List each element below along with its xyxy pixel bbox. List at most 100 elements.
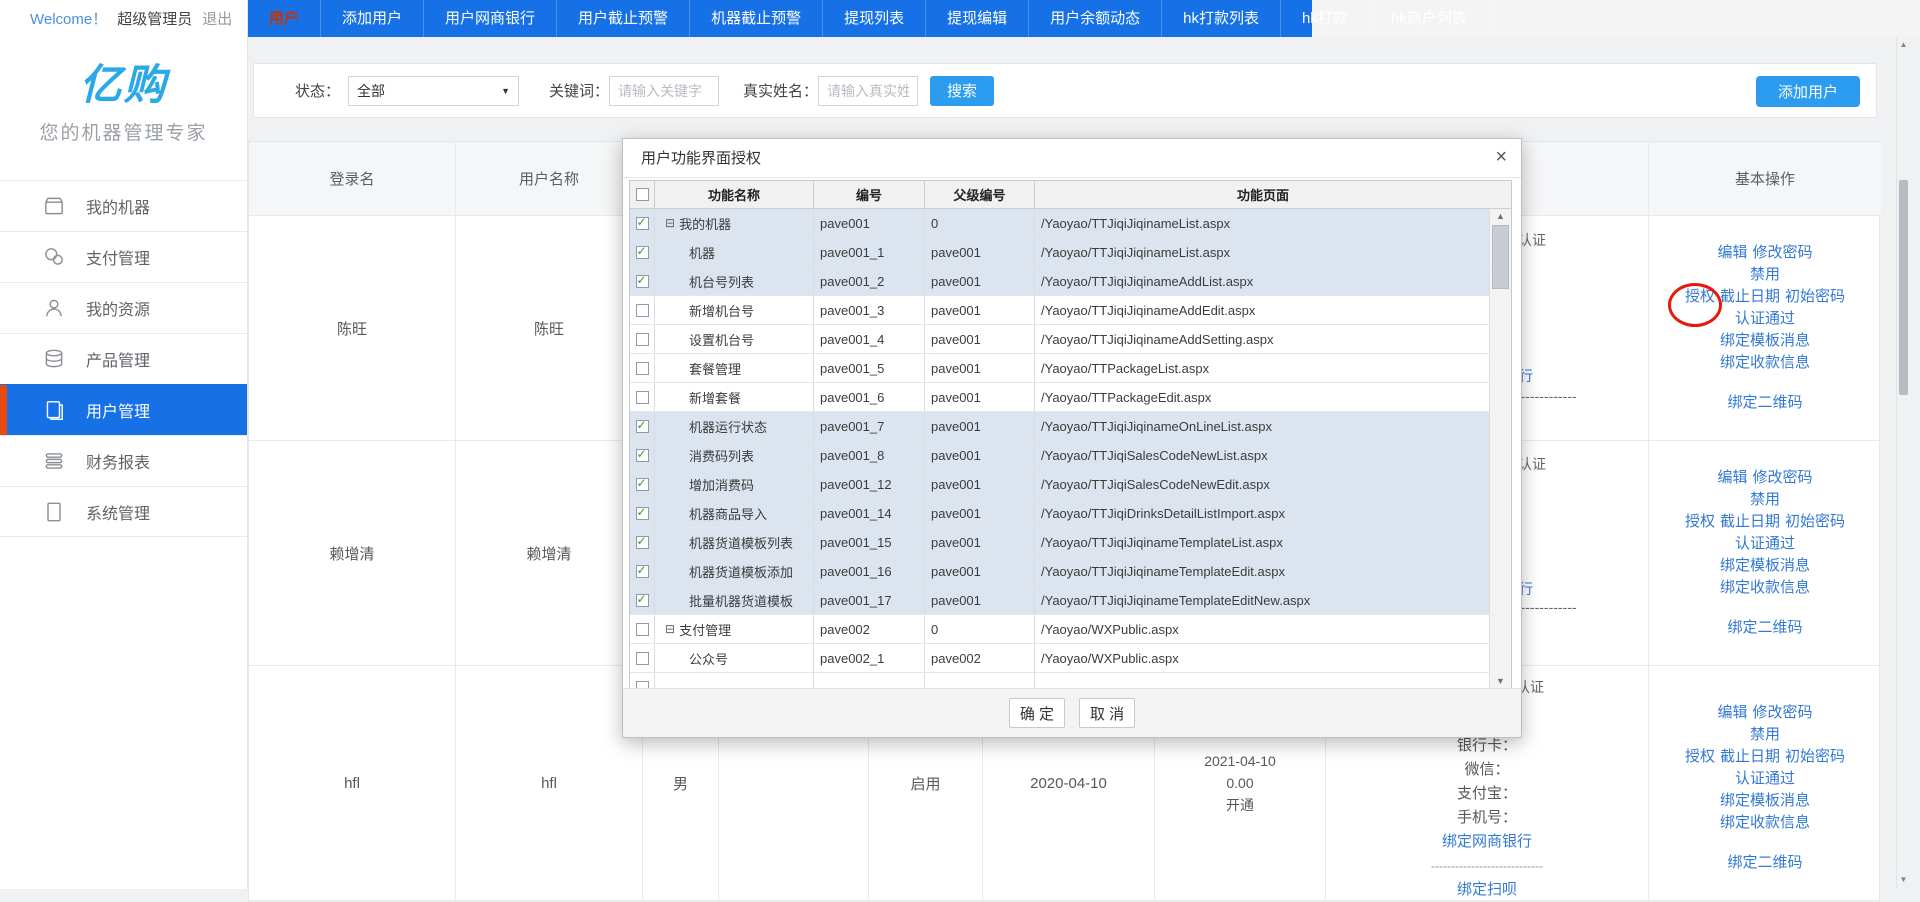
logout-link[interactable]: 退出 (202, 8, 232, 29)
nav-tab[interactable]: 提现编辑 (926, 0, 1029, 37)
confirm-button[interactable]: 确 定 (1009, 698, 1065, 728)
permission-row[interactable]: 公众号 pave002_1 pave002 /Yaoyao/WXPublic.a… (630, 644, 1489, 673)
sidebar-item-my-machines[interactable]: 我的机器 (0, 180, 247, 231)
nav-tab[interactable]: 机器截止预警 (690, 0, 823, 37)
scroll-up-icon[interactable]: ▲ (1897, 40, 1910, 49)
keyword-input[interactable] (609, 76, 719, 106)
permission-row[interactable]: 机台号列表 pave001_2 pave001 /Yaoyao/TTJiqiJi… (630, 267, 1489, 296)
init-password-link[interactable]: 初始密码 (1785, 746, 1845, 768)
change-password-link[interactable]: 修改密码 (1753, 242, 1813, 264)
bind-scan-link[interactable]: 绑定扫呗 (1457, 878, 1517, 902)
search-button[interactable]: 搜索 (930, 76, 994, 106)
permission-row[interactable]: 机器货道模板列表 pave001_15 pave001 /Yaoyao/TTJi… (630, 528, 1489, 557)
authorize-link[interactable]: 授权 (1685, 511, 1715, 533)
sidebar-item-system[interactable]: 系统管理 (0, 486, 247, 537)
collapse-icon[interactable] (665, 622, 675, 636)
permission-row[interactable]: 机器运行状态 pave001_7 pave001 /Yaoyao/TTJiqiJ… (630, 412, 1489, 441)
verify-pass-link[interactable]: 认证通过 (1735, 533, 1795, 555)
permission-row[interactable]: 新增机台号 pave001_3 pave001 /Yaoyao/TTJiqiJi… (630, 296, 1489, 325)
nav-tab[interactable]: 添加用户 (321, 0, 424, 37)
edit-link[interactable]: 编辑 (1717, 702, 1747, 724)
nav-tab[interactable]: 用户 (248, 0, 321, 37)
permission-row[interactable]: 机器 pave001_1 pave001 /Yaoyao/TTJiqiJiqin… (630, 238, 1489, 267)
permission-row[interactable]: 增加消费码 pave001_12 pave001 /Yaoyao/TTJiqiS… (630, 470, 1489, 499)
realname-input[interactable] (818, 76, 918, 106)
sidebar-item-payment[interactable]: 支付管理 (0, 231, 247, 282)
change-password-link[interactable]: 修改密码 (1753, 702, 1813, 724)
verify-pass-link[interactable]: 认证通过 (1735, 768, 1795, 790)
nav-tab[interactable]: 提现列表 (823, 0, 926, 37)
change-password-link[interactable]: 修改密码 (1753, 467, 1813, 489)
nav-tab[interactable]: hk打款列表 (1162, 0, 1281, 37)
page-scrollbar[interactable]: ▲ ▼ (1896, 37, 1910, 889)
permission-row[interactable]: 消费码列表 pave001_8 pave001 /Yaoyao/TTJiqiSa… (630, 441, 1489, 470)
sidebar-item-products[interactable]: 产品管理 (0, 333, 247, 384)
init-password-link[interactable]: 初始密码 (1785, 286, 1845, 308)
bind-payment-link[interactable]: 绑定收款信息 (1720, 352, 1810, 374)
bind-template-link[interactable]: 绑定模板消息 (1720, 330, 1810, 352)
bind-qrcode-link[interactable]: 绑定二维码 (1727, 617, 1802, 639)
disable-link[interactable]: 禁用 (1750, 264, 1780, 286)
bind-qrcode-link[interactable]: 绑定二维码 (1727, 852, 1802, 874)
row-checkbox[interactable] (636, 594, 649, 607)
bind-qrcode-link[interactable]: 绑定二维码 (1727, 392, 1802, 414)
permission-row[interactable]: 我的机器 pave001 0 /Yaoyao/TTJiqiJiqinameLis… (630, 209, 1489, 238)
add-user-button[interactable]: 添加用户 (1756, 76, 1860, 107)
permission-row[interactable]: 新增套餐 pave001_6 pave001 /Yaoyao/TTPackage… (630, 383, 1489, 412)
init-password-link[interactable]: 初始密码 (1785, 511, 1845, 533)
row-checkbox[interactable] (636, 652, 649, 665)
row-checkbox[interactable] (636, 536, 649, 549)
status-select[interactable]: 全部 ▼ (348, 76, 519, 106)
bind-template-link[interactable]: 绑定模板消息 (1720, 555, 1810, 577)
row-checkbox[interactable] (636, 391, 649, 404)
row-checkbox[interactable] (636, 420, 649, 433)
permission-row[interactable] (630, 673, 1489, 688)
permission-row[interactable]: 机器货道模板添加 pave001_16 pave001 /Yaoyao/TTJi… (630, 557, 1489, 586)
authorize-link[interactable]: 授权 (1685, 746, 1715, 768)
sidebar-item-users[interactable]: 用户管理 (0, 384, 247, 435)
close-icon[interactable]: × (1495, 139, 1507, 178)
collapse-icon[interactable] (665, 216, 675, 230)
bind-payment-link[interactable]: 绑定收款信息 (1720, 577, 1810, 599)
disable-link[interactable]: 禁用 (1750, 724, 1780, 746)
deadline-link[interactable]: 截止日期 (1720, 511, 1780, 533)
scroll-down-icon[interactable]: ▼ (1897, 875, 1910, 884)
deadline-link[interactable]: 截止日期 (1720, 746, 1780, 768)
cancel-button[interactable]: 取 消 (1079, 698, 1135, 728)
row-checkbox[interactable] (636, 333, 649, 346)
bind-template-link[interactable]: 绑定模板消息 (1720, 790, 1810, 812)
row-checkbox[interactable] (636, 681, 649, 689)
row-checkbox[interactable] (636, 362, 649, 375)
row-checkbox[interactable] (636, 507, 649, 520)
page-scrollbar-thumb[interactable] (1899, 180, 1908, 395)
permission-row[interactable]: 套餐管理 pave001_5 pave001 /Yaoyao/TTPackage… (630, 354, 1489, 383)
nav-tab[interactable]: 用户余额动态 (1029, 0, 1162, 37)
sidebar-item-finance[interactable]: 财务报表 (0, 435, 247, 486)
bind-payment-link[interactable]: 绑定收款信息 (1720, 812, 1810, 834)
permission-row[interactable]: 设置机台号 pave001_4 pave001 /Yaoyao/TTJiqiJi… (630, 325, 1489, 354)
nav-tab[interactable]: hk打款 (1281, 0, 1370, 37)
row-checkbox[interactable] (636, 217, 649, 230)
row-checkbox[interactable] (636, 478, 649, 491)
permission-row[interactable]: 批量机器货道模板 pave001_17 pave001 /Yaoyao/TTJi… (630, 586, 1489, 615)
modal-scrollbar[interactable] (1489, 209, 1511, 688)
edit-link[interactable]: 编辑 (1717, 242, 1747, 264)
edit-link[interactable]: 编辑 (1717, 467, 1747, 489)
row-checkbox[interactable] (636, 304, 649, 317)
modal-scrollbar-thumb[interactable] (1492, 225, 1509, 289)
bind-bank-link[interactable]: 绑定网商银行 (1442, 830, 1532, 854)
deadline-link[interactable]: 截止日期 (1720, 286, 1780, 308)
disable-link[interactable]: 禁用 (1750, 489, 1780, 511)
verify-pass-link[interactable]: 认证通过 (1735, 308, 1795, 330)
permission-row[interactable]: 机器商品导入 pave001_14 pave001 /Yaoyao/TTJiqi… (630, 499, 1489, 528)
row-checkbox[interactable] (636, 565, 649, 578)
row-checkbox[interactable] (636, 246, 649, 259)
row-checkbox[interactable] (636, 623, 649, 636)
nav-tab[interactable]: 用户网商银行 (424, 0, 557, 37)
permission-row[interactable]: 支付管理 pave002 0 /Yaoyao/WXPublic.aspx (630, 615, 1489, 644)
nav-tab[interactable]: hk商户列表 (1370, 0, 1489, 37)
nav-tab[interactable]: 用户截止预警 (557, 0, 690, 37)
sidebar-item-my-resources[interactable]: 我的资源 (0, 282, 247, 333)
select-all-checkbox[interactable] (636, 188, 649, 201)
row-checkbox[interactable] (636, 449, 649, 462)
